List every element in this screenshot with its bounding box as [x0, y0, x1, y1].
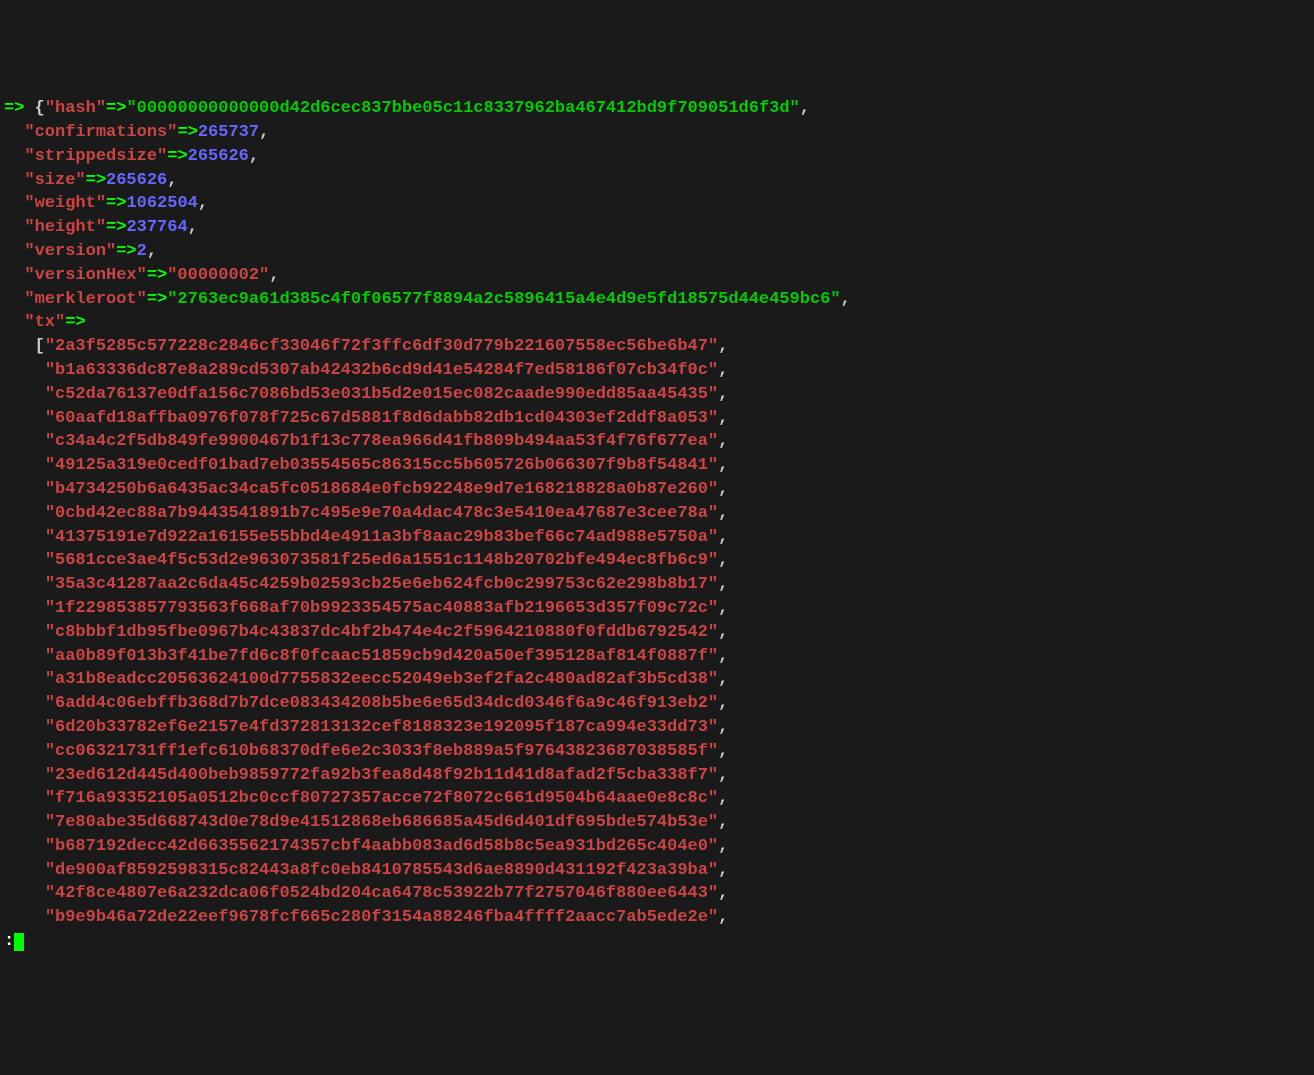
- output-line: "de900af8592598315c82443a8fc0eb841078554…: [4, 859, 1310, 883]
- output-line: "b4734250b6a6435ac34ca5fc0518684e0fcb922…: [4, 478, 1310, 502]
- versionhex-value: "00000002": [167, 266, 269, 285]
- height-value: 237764: [126, 218, 187, 237]
- output-line: "7e80abe35d668743d0e78d9e41512868eb68668…: [4, 811, 1310, 835]
- output-line: "f716a93352105a0512bc0ccf80727357acce72f…: [4, 787, 1310, 811]
- weight-value: 1062504: [126, 194, 197, 213]
- output-line: "version"=>2,: [4, 240, 1310, 264]
- strippedsize-value: 265626: [188, 147, 249, 166]
- tx-hash: "2a3f5285c577228c2846cf33046f72f3ffc6df3…: [45, 337, 718, 356]
- output-line: "versionHex"=>"00000002",: [4, 264, 1310, 288]
- tx-hash: "b687192decc42d6635562174357cbf4aabb083a…: [45, 837, 718, 856]
- height-key: "height": [24, 218, 106, 237]
- merkleroot-value: "2763ec9a61d385c4f0f06577f8894a2c5896415…: [167, 290, 840, 309]
- tx-hash: "23ed612d445d400beb9859772fa92b3fea8d48f…: [45, 766, 718, 785]
- tx-hash: "60aafd18affba0976f078f725c67d5881f8d6da…: [45, 409, 718, 428]
- tx-hash: "42f8ce4807e6a232dca06f0524bd204ca6478c5…: [45, 884, 718, 903]
- merkleroot-key: "merkleroot": [24, 290, 146, 309]
- output-line: "merkleroot"=>"2763ec9a61d385c4f0f06577f…: [4, 288, 1310, 312]
- output-line: "6d20b33782ef6e2157e4fd372813132cef81883…: [4, 716, 1310, 740]
- output-line: "c8bbbf1db95fbe0967b4c43837dc4bf2b474e4c…: [4, 621, 1310, 645]
- output-line: "6add4c06ebffb368d7b7dce083434208b5be6e6…: [4, 692, 1310, 716]
- tx-hash: "7e80abe35d668743d0e78d9e41512868eb68668…: [45, 813, 718, 832]
- output-line: "aa0b89f013b3f41be7fd6c8f0fcaac51859cb9d…: [4, 645, 1310, 669]
- output-line: "35a3c41287aa2c6da45c4259b02593cb25e6eb6…: [4, 573, 1310, 597]
- version-key: "version": [24, 242, 116, 261]
- output-line: "1f229853857793563f668af70b9923354575ac4…: [4, 597, 1310, 621]
- output-line: "height"=>237764,: [4, 216, 1310, 240]
- terminal-output: => {"hash"=>"00000000000000d42d6cec837bb…: [4, 97, 1310, 954]
- tx-hash: "f716a93352105a0512bc0ccf80727357acce72f…: [45, 789, 718, 808]
- cursor: [14, 933, 24, 951]
- tx-hash: "49125a319e0cedf01bad7eb03554565c86315cc…: [45, 456, 718, 475]
- confirmations-value: 265737: [198, 123, 259, 142]
- hash-key: "hash": [45, 99, 106, 118]
- output-line: "b687192decc42d6635562174357cbf4aabb083a…: [4, 835, 1310, 859]
- output-line: "49125a319e0cedf01bad7eb03554565c86315cc…: [4, 454, 1310, 478]
- output-line: "b1a63336dc87e8a289cd5307ab42432b6cd9d41…: [4, 359, 1310, 383]
- output-line: "0cbd42ec88a7b9443541891b7c495e9e70a4dac…: [4, 502, 1310, 526]
- output-line: "tx"=>: [4, 311, 1310, 335]
- size-value: 265626: [106, 171, 167, 190]
- tx-hash: "c52da76137e0dfa156c7086bd53e031b5d2e015…: [45, 385, 718, 404]
- output-line: ["2a3f5285c577228c2846cf33046f72f3ffc6df…: [4, 335, 1310, 359]
- output-line: "c34a4c2f5db849fe9900467b1f13c778ea966d4…: [4, 430, 1310, 454]
- tx-hash: "b4734250b6a6435ac34ca5fc0518684e0fcb922…: [45, 480, 718, 499]
- tx-hash: "41375191e7d922a16155e55bbd4e4911a3bf8aa…: [45, 528, 718, 547]
- confirmations-key: "confirmations": [24, 123, 177, 142]
- versionhex-key: "versionHex": [24, 266, 146, 285]
- output-line: "b9e9b46a72de22eef9678fcf665c280f3154a88…: [4, 906, 1310, 930]
- tx-hash: "6add4c06ebffb368d7b7dce083434208b5be6e6…: [45, 694, 718, 713]
- pager-prompt[interactable]: :: [4, 930, 1310, 954]
- output-line: => {"hash"=>"00000000000000d42d6cec837bb…: [4, 97, 1310, 121]
- weight-key: "weight": [24, 194, 106, 213]
- output-line: "c52da76137e0dfa156c7086bd53e031b5d2e015…: [4, 383, 1310, 407]
- tx-hash: "cc06321731ff1efc610b68370dfe6e2c3033f8e…: [45, 742, 718, 761]
- prompt-arrow: =>: [4, 99, 24, 118]
- output-line: "cc06321731ff1efc610b68370dfe6e2c3033f8e…: [4, 740, 1310, 764]
- tx-hash: "aa0b89f013b3f41be7fd6c8f0fcaac51859cb9d…: [45, 647, 718, 666]
- output-line: "strippedsize"=>265626,: [4, 145, 1310, 169]
- hash-value: "00000000000000d42d6cec837bbe05c11c83379…: [126, 99, 799, 118]
- output-line: "41375191e7d922a16155e55bbd4e4911a3bf8aa…: [4, 526, 1310, 550]
- tx-hash: "35a3c41287aa2c6da45c4259b02593cb25e6eb6…: [45, 575, 718, 594]
- prompt-colon: :: [4, 932, 14, 951]
- output-line: "5681cce3ae4f5c53d2e963073581f25ed6a1551…: [4, 549, 1310, 573]
- output-line: "size"=>265626,: [4, 169, 1310, 193]
- tx-hash: "c8bbbf1db95fbe0967b4c43837dc4bf2b474e4c…: [45, 623, 718, 642]
- output-line: "60aafd18affba0976f078f725c67d5881f8d6da…: [4, 407, 1310, 431]
- tx-hash: "5681cce3ae4f5c53d2e963073581f25ed6a1551…: [45, 551, 718, 570]
- tx-hash: "6d20b33782ef6e2157e4fd372813132cef81883…: [45, 718, 718, 737]
- tx-hash: "1f229853857793563f668af70b9923354575ac4…: [45, 599, 718, 618]
- strippedsize-key: "strippedsize": [24, 147, 167, 166]
- tx-hash: "a31b8eadcc20563624100d7755832eecc52049e…: [45, 670, 718, 689]
- tx-hash: "0cbd42ec88a7b9443541891b7c495e9e70a4dac…: [45, 504, 718, 523]
- tx-hash: "b9e9b46a72de22eef9678fcf665c280f3154a88…: [45, 908, 718, 927]
- tx-key: "tx": [24, 313, 65, 332]
- output-line: "23ed612d445d400beb9859772fa92b3fea8d48f…: [4, 764, 1310, 788]
- version-value: 2: [137, 242, 147, 261]
- output-line: "a31b8eadcc20563624100d7755832eecc52049e…: [4, 668, 1310, 692]
- size-key: "size": [24, 171, 85, 190]
- tx-hash: "de900af8592598315c82443a8fc0eb841078554…: [45, 861, 718, 880]
- tx-hash: "c34a4c2f5db849fe9900467b1f13c778ea966d4…: [45, 432, 718, 451]
- output-line: "weight"=>1062504,: [4, 192, 1310, 216]
- tx-hash: "b1a63336dc87e8a289cd5307ab42432b6cd9d41…: [45, 361, 718, 380]
- output-line: "42f8ce4807e6a232dca06f0524bd204ca6478c5…: [4, 882, 1310, 906]
- output-line: "confirmations"=>265737,: [4, 121, 1310, 145]
